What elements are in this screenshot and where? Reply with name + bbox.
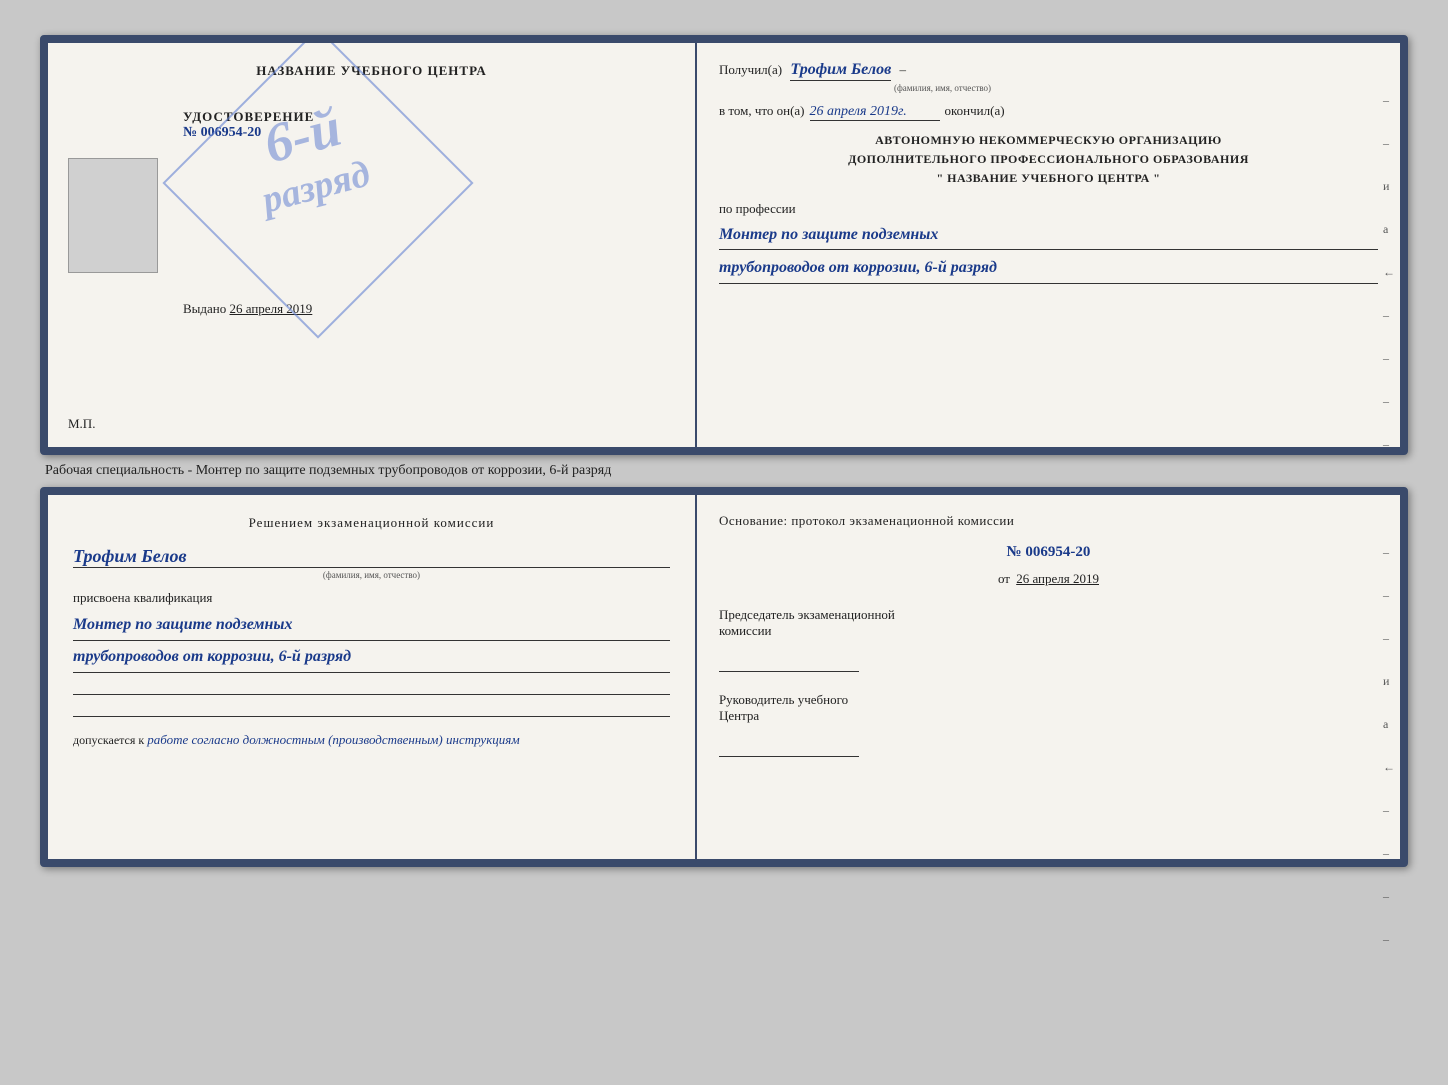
protocol-number: № 006954-20 [719,544,1378,561]
okonchil-label: окончил(а) [945,103,1005,119]
ot-prefix: от [998,571,1010,586]
predsedatel-block: Председатель экзаменационной комиссии [719,607,1378,672]
vtom-label: в том, что он(а) [719,103,805,119]
profession-line1: Монтер по защите подземных [719,221,1378,251]
po-professii-label: по профессии [719,201,796,216]
po-professii-block: по профессии Монтер по защите подземных … [719,201,1378,285]
profession-line2: трубопроводов от коррозии, 6-й разряд [719,254,1378,284]
mp-label: М.П. [68,416,95,431]
description-line: Рабочая специальность - Монтер по защите… [40,463,1408,479]
vydano-label: Выдано [183,301,226,316]
stamp-diamond-border [162,43,473,339]
cert1-left-panel: НАЗВАНИЕ УЧЕБНОГО ЦЕНТРА УДОСТОВЕРЕНИЕ №… [48,43,697,447]
cert2-kvalif-line1: Монтер по защите подземных [73,611,670,641]
description-text: Рабочая специальность - Монтер по защите… [45,463,611,478]
blank-line-1 [73,675,670,695]
blank-line-2 [73,697,670,717]
cert2-kvalif-line2: трубопроводов от коррозии, 6-й разряд [73,643,670,673]
predsedatel-line2: комиссии [719,623,1378,639]
cert1-title: НАЗВАНИЕ УЧЕБНОГО ЦЕНТРА [73,63,670,79]
rukovoditel-signature [719,732,859,757]
protocol-date-block: от 26 апреля 2019 [719,571,1378,587]
cert2-kvalif-block: Монтер по защите подземных трубопроводов… [73,611,670,673]
prisvoena-text: присвоена квалификация [73,590,670,606]
resheniem-title: Решением экзаменационной комиссии [73,515,670,531]
vydano-block: Выдано 26 апреля 2019 [183,301,670,317]
poluchil-name: Трофим Белов [790,61,891,81]
fio-hint-1: (фамилия, имя, отчество) [894,79,991,94]
dopuskaetsya-text: работе согласно должностным (производств… [147,732,519,747]
poluchil-line: Получил(а) Трофим Белов – (фамилия, имя,… [719,61,1378,95]
certificate-doc-1: НАЗВАНИЕ УЧЕБНОГО ЦЕНТРА УДОСТОВЕРЕНИЕ №… [40,35,1408,455]
rukovoditel-block: Руководитель учебного Центра [719,692,1378,757]
cert1-right-panel: – – и а ← – – – – Получил(а) Трофим Бело… [697,43,1400,447]
mp-block: М.П. [68,416,95,432]
photo-placeholder [68,158,158,273]
certificate-doc-2: Решением экзаменационной комиссии Трофим… [40,487,1408,867]
page-container: НАЗВАНИЕ УЧЕБНОГО ЦЕНТРА УДОСТОВЕРЕНИЕ №… [20,20,1428,882]
poluchil-dash: – [900,62,907,77]
dopuskaetsya-block: допускается к работе согласно должностны… [73,732,670,748]
right-side-dashes: – – и а ← – – – – [1383,93,1395,452]
vtom-date: 26 апреля 2019г. [810,104,940,121]
protocol-date: 26 апреля 2019 [1016,571,1099,586]
rukovoditel-line2: Центра [719,708,1378,724]
dopuskaetsya-prefix: допускается к [73,733,144,747]
cert2-fio-name: Трофим Белов [73,546,670,568]
osnovanie-title: Основание: протокол экзаменационной коми… [719,513,1378,529]
cert2-right-panel: – – – и а ← – – – – Основание: протокол … [697,495,1400,859]
poluchil-label: Получил(а) [719,62,782,77]
org-line1: АВТОНОМНУЮ НЕКОММЕРЧЕСКУЮ ОРГАНИЗАЦИЮ [719,131,1378,150]
cert2-fio-hint: (фамилия, имя, отчество) [73,570,670,580]
cert2-fio-block: Трофим Белов (фамилия, имя, отчество) [73,546,670,580]
vtom-line: в том, что он(а) 26 апреля 2019г. окончи… [719,103,1378,121]
predsedatel-line1: Председатель экзаменационной [719,607,1378,623]
predsedatel-signature [719,647,859,672]
cert2-left-panel: Решением экзаменационной комиссии Трофим… [48,495,697,859]
rukovoditel-line1: Руководитель учебного [719,692,1378,708]
org-block: АВТОНОМНУЮ НЕКОММЕРЧЕСКУЮ ОРГАНИЗАЦИЮ ДО… [719,131,1378,189]
cert2-right-side-dashes: – – – и а ← – – – – [1383,545,1395,947]
org-name: " НАЗВАНИЕ УЧЕБНОГО ЦЕНТРА " [719,169,1378,188]
org-line2: ДОПОЛНИТЕЛЬНОГО ПРОФЕССИОНАЛЬНОГО ОБРАЗО… [719,150,1378,169]
